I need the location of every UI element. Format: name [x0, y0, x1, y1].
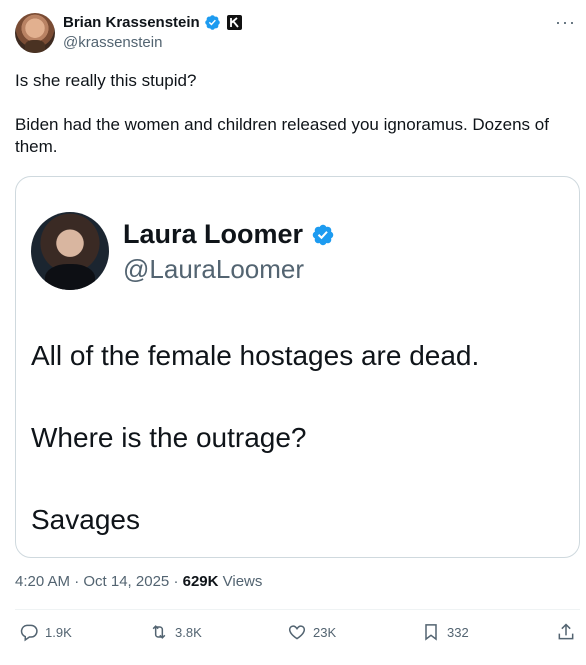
like-count: 23K	[313, 624, 337, 640]
repost-icon	[152, 625, 166, 639]
tweet-header: Brian Krassenstein @krassenstein ···	[15, 13, 576, 57]
embedded-name-row: Laura Loomer	[123, 219, 335, 250]
share-icon	[558, 623, 574, 640]
reply-count: 1.9K	[45, 624, 72, 640]
embedded-line-2: Where is the outrage?	[31, 422, 307, 453]
embedded-tweet-image[interactable]: Laura Loomer @LauraLoomer All of the fem…	[15, 176, 580, 558]
tweet-text: Is she really this stupid? Biden had the…	[15, 70, 571, 158]
like-button[interactable]: 23K	[287, 622, 336, 642]
tweet-line-1: Is she really this stupid?	[15, 71, 197, 90]
views-count: 629K	[182, 573, 219, 590]
tweet-line-2: Biden had the women and children release…	[15, 115, 549, 156]
author-name[interactable]: Brian Krassenstein	[63, 14, 200, 31]
author-avatar[interactable]	[15, 13, 55, 53]
embedded-author-avatar	[31, 212, 109, 290]
heart-icon	[288, 625, 306, 640]
embedded-author-name: Laura Loomer	[123, 219, 304, 249]
timestamp[interactable]: 4:20 AM · Oct 14, 2025	[15, 573, 169, 590]
tweet-meta: 4:20 AM · Oct 14, 2025 · 629K Views	[15, 573, 262, 590]
reply-button[interactable]: 1.9K	[19, 622, 72, 642]
reply-icon	[20, 624, 38, 642]
embedded-tweet-text: All of the female hostages are dead. Whe…	[31, 339, 561, 537]
more-icon[interactable]: ···	[555, 13, 576, 31]
divider	[15, 609, 580, 610]
meta-separator: ·	[173, 573, 179, 590]
author-handle[interactable]: @krassenstein	[63, 34, 162, 51]
embedded-line-1: All of the female hostages are dead.	[31, 340, 480, 371]
bookmark-button[interactable]: 332	[421, 622, 469, 642]
embedded-verified-badge-icon	[312, 224, 334, 245]
repost-count: 3.8K	[175, 624, 202, 640]
bookmark-icon	[425, 624, 437, 641]
bookmark-count: 332	[447, 624, 469, 640]
views-label: Views	[222, 573, 263, 590]
embedded-line-3: Savages	[31, 504, 140, 535]
embedded-author-handle: @LauraLoomer	[123, 254, 305, 284]
verified-badge-icon	[204, 15, 220, 30]
share-button[interactable]	[556, 622, 576, 642]
action-bar: 1.9K 3.8K 23K 332	[15, 622, 576, 646]
repost-button[interactable]: 3.8K	[149, 622, 202, 642]
k-badge-icon[interactable]	[226, 15, 242, 30]
author-name-row: Brian Krassenstein	[63, 14, 242, 31]
